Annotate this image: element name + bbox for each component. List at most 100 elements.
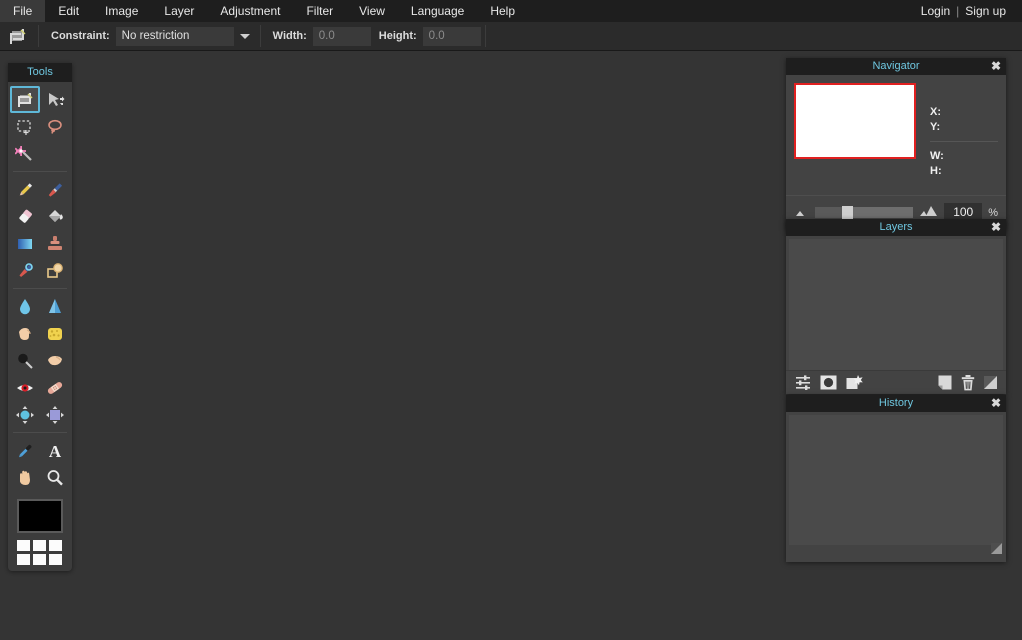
hand-tool[interactable]: [10, 464, 40, 491]
delete-layer-button[interactable]: [961, 374, 975, 391]
clone-stamp-tool[interactable]: [40, 230, 70, 257]
crop-tool[interactable]: [10, 86, 40, 113]
bloat-icon: [16, 405, 34, 424]
hand-icon: [20, 470, 30, 485]
height-input[interactable]: 0.0: [422, 26, 481, 46]
primary-color-swatch[interactable]: [17, 499, 63, 533]
dodge-tool[interactable]: [10, 347, 40, 374]
palette-cell[interactable]: [33, 540, 46, 551]
bloat-tool[interactable]: [10, 401, 40, 428]
marquee-icon: [17, 119, 31, 135]
palette-cell[interactable]: [17, 554, 30, 565]
layers-list[interactable]: [789, 239, 1003, 370]
bandage-icon: [47, 381, 63, 394]
water-drop-icon: [20, 298, 30, 314]
pinch-tool[interactable]: [40, 401, 70, 428]
layers-panel: Layers ✖: [786, 219, 1006, 394]
lasso-tool[interactable]: [40, 113, 70, 140]
history-list[interactable]: [789, 415, 1003, 545]
paint-bucket-tool[interactable]: [40, 203, 70, 230]
navigator-y-label: Y:: [930, 121, 941, 133]
constraint-label: Constraint:: [51, 30, 110, 42]
eraser-tool[interactable]: [10, 203, 40, 230]
finger-icon: [19, 327, 31, 340]
sponge-tool[interactable]: [40, 320, 70, 347]
menu-item-adjustment[interactable]: Adjustment: [207, 0, 293, 22]
zoom-slider[interactable]: [815, 206, 914, 219]
svg-text:A: A: [49, 442, 62, 461]
menu-item-file[interactable]: File: [0, 0, 46, 22]
options-divider-1: [38, 25, 39, 47]
marquee-select-tool[interactable]: [10, 113, 40, 140]
close-icon[interactable]: ✖: [991, 395, 1001, 412]
pencil-tool[interactable]: [10, 176, 40, 203]
menu-item-image[interactable]: Image: [92, 0, 151, 22]
layer-mask-button[interactable]: [820, 375, 837, 390]
shape-icon: [47, 262, 63, 278]
constraint-select[interactable]: No restriction: [115, 26, 234, 46]
magnifier-icon: [47, 469, 63, 485]
login-link[interactable]: Login: [915, 4, 956, 18]
palette-cell[interactable]: [49, 540, 62, 551]
smudge-tool[interactable]: [10, 320, 40, 347]
red-eye-tool[interactable]: [10, 374, 40, 401]
layer-styles-button[interactable]: [846, 375, 863, 390]
signup-link[interactable]: Sign up: [959, 4, 1012, 18]
zoom-slider-knob[interactable]: [841, 206, 853, 219]
gradient-tool[interactable]: [10, 230, 40, 257]
menu-item-help[interactable]: Help: [477, 0, 528, 22]
palette-cell[interactable]: [17, 540, 30, 551]
layer-settings-button[interactable]: [795, 375, 811, 390]
menu-item-filter[interactable]: Filter: [293, 0, 346, 22]
history-footer: [786, 543, 1006, 562]
history-title-text: History: [878, 397, 914, 409]
history-resize-grip[interactable]: [991, 541, 1002, 559]
zoom-percent-label: %: [988, 206, 998, 219]
close-icon[interactable]: ✖: [991, 219, 1001, 236]
brush-tool[interactable]: [40, 176, 70, 203]
spot-heal-tool[interactable]: [40, 374, 70, 401]
close-icon[interactable]: ✖: [991, 58, 1001, 75]
drawing-tool[interactable]: [10, 257, 40, 284]
palette-cell[interactable]: [33, 554, 46, 565]
tools-panel-title: Tools: [8, 63, 72, 82]
eraser-icon: [19, 209, 32, 223]
history-panel-title: History ✖: [786, 395, 1006, 412]
burn-tool[interactable]: [40, 347, 70, 374]
palette-cell[interactable]: [49, 554, 62, 565]
move-tool[interactable]: [40, 86, 70, 113]
blur-tool[interactable]: [10, 293, 40, 320]
move-icon: [49, 92, 65, 106]
menu-item-layer[interactable]: Layer: [151, 0, 207, 22]
red-eye-icon: [17, 383, 33, 392]
sponge-icon: [48, 327, 62, 340]
menu-item-edit[interactable]: Edit: [45, 0, 92, 22]
add-layer-button[interactable]: [938, 375, 952, 390]
paint-bucket-icon: [49, 209, 63, 222]
menu-item-language[interactable]: Language: [398, 0, 477, 22]
width-input[interactable]: 0.0: [312, 26, 371, 46]
menu-item-view[interactable]: View: [346, 0, 398, 22]
mask-circle-icon: [820, 375, 837, 390]
resize-grip-icon: [984, 376, 997, 389]
shape-tool[interactable]: [40, 257, 70, 284]
tools-grid: A: [8, 82, 72, 491]
sharpen-tool[interactable]: [40, 293, 70, 320]
type-tool[interactable]: A: [40, 437, 70, 464]
tools-panel: Tools A: [8, 63, 72, 571]
chevron-down-icon[interactable]: [234, 27, 256, 46]
magic-wand-tool[interactable]: [10, 140, 40, 167]
layers-resize-grip[interactable]: [984, 376, 997, 389]
color-picker-tool[interactable]: [10, 437, 40, 464]
dodge-icon: [18, 353, 33, 369]
navigator-panel-title: Navigator ✖: [786, 58, 1006, 75]
brush-icon: [48, 182, 63, 197]
pinch-icon: [46, 405, 64, 424]
navigator-preview[interactable]: [794, 83, 916, 159]
zoom-tool[interactable]: [40, 464, 70, 491]
burn-hand-icon: [48, 355, 62, 365]
text-a-icon: A: [49, 442, 62, 461]
eyedropper-icon: [19, 444, 32, 457]
navigator-w-label: W:: [930, 150, 944, 162]
sparkle-styles-icon: [846, 375, 863, 389]
